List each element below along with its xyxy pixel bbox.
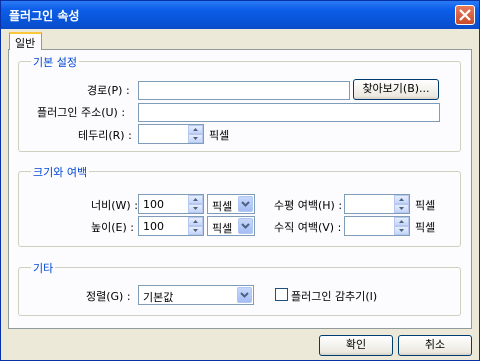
path-label: 경로(P) : [87,84,130,97]
group-size-title: 크기와 여백 [31,164,90,180]
close-icon [459,9,471,21]
width-spinner[interactable]: 100 [138,194,204,214]
arrow-down-icon [193,229,198,232]
tab-general-label: 일반 [15,37,36,50]
height-spinner[interactable]: 100 [138,216,204,236]
group-other: 기타 정렬(G) : 기본값 플러그인 감추기(I) [18,260,461,316]
title-bar: 플러그인 속성 [1,1,479,29]
chevron-down-icon [240,292,249,298]
height-unit-value: 픽셀 [212,222,233,235]
width-spin-down[interactable] [188,204,203,213]
tab-panel-general: 기본 설정 경로(P) : 찾아보기(B)... 플러그인 주소(U) : 테두… [8,49,472,329]
tab-general[interactable]: 일반 [9,32,42,50]
vspace-unit: 픽셀 [415,221,436,234]
chevron-down-icon [241,223,250,229]
width-unit-dropdown[interactable] [238,196,253,212]
dialog-window: 플러그인 속성 일반 기본 설정 경로(P) : 찾아보기(B)... 플러그인… [0,0,480,361]
border-spin-up[interactable] [188,125,203,134]
hide-plugin-label: 플러그인 감추기(I) [291,290,378,303]
ok-button[interactable]: 확인 [319,335,393,356]
group-basic-settings: 기본 설정 경로(P) : 찾아보기(B)... 플러그인 주소(U) : 테두… [18,54,461,152]
hspace-label: 수평 여백(H) : [274,199,343,212]
arrow-down-icon [193,137,198,140]
close-button[interactable] [455,5,475,25]
width-spin-up[interactable] [188,195,203,204]
width-unit-value: 픽셀 [212,200,233,213]
align-value: 기본값 [143,291,174,304]
border-label: 테두리(R) : [78,129,132,142]
height-spin-up[interactable] [188,217,203,226]
vspace-label: 수직 여백(V) : [274,221,342,234]
arrow-down-icon [399,207,404,210]
arrow-up-icon [399,220,404,223]
plugin-address-input[interactable] [138,103,440,122]
vspace-spin-up[interactable] [394,217,409,226]
width-unit-select[interactable]: 픽셀 [207,194,255,214]
border-spin-down[interactable] [188,134,203,143]
arrow-up-icon [399,198,404,201]
vspace-spinner[interactable] [344,216,410,236]
chevron-down-icon [241,201,250,207]
width-value: 100 [143,198,164,211]
height-spin-down[interactable] [188,226,203,235]
height-unit-dropdown[interactable] [238,218,253,234]
vspace-spin-down[interactable] [394,226,409,235]
arrow-down-icon [193,207,198,210]
height-value: 100 [143,220,164,233]
height-unit-select[interactable]: 픽셀 [207,216,255,236]
group-size-margin: 크기와 여백 너비(W) : 100 픽셀 수평 여백(H) : 픽셀 높이(E… [18,164,461,247]
browse-button[interactable]: 찾아보기(B)... [353,79,439,100]
height-label: 높이(E) : [91,221,134,234]
align-label: 정렬(G) : [86,290,131,303]
hspace-unit: 픽셀 [415,199,436,212]
window-title: 플러그인 속성 [9,9,80,23]
group-basic-title: 기본 설정 [31,54,79,70]
plugin-address-label: 플러그인 주소(U) : [37,106,126,119]
hspace-spinner[interactable] [344,194,410,214]
arrow-up-icon [193,220,198,223]
path-input[interactable] [138,81,350,100]
align-dropdown[interactable] [237,287,252,303]
border-spinner[interactable] [138,124,204,144]
group-other-title: 기타 [31,260,56,276]
cancel-button[interactable]: 취소 [398,335,472,356]
arrow-down-icon [399,229,404,232]
hspace-spin-down[interactable] [394,204,409,213]
border-unit: 픽셀 [209,129,230,142]
align-select[interactable]: 기본값 [138,285,254,305]
arrow-up-icon [193,128,198,131]
hide-plugin-checkbox[interactable] [275,288,288,301]
arrow-up-icon [193,198,198,201]
width-label: 너비(W) : [91,199,138,212]
hspace-spin-up[interactable] [394,195,409,204]
